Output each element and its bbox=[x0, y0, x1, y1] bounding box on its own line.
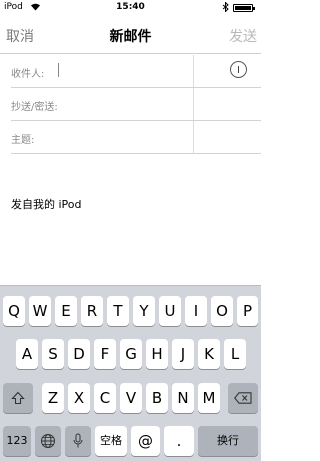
key-k[interactable]: K bbox=[198, 339, 220, 369]
send-button[interactable]: 发送 bbox=[229, 26, 257, 46]
subject-field[interactable]: 主题: bbox=[0, 121, 261, 154]
key-r[interactable]: R bbox=[81, 296, 103, 326]
key-l[interactable]: L bbox=[224, 339, 246, 369]
key-w[interactable]: W bbox=[29, 296, 51, 326]
delete-key[interactable] bbox=[228, 383, 258, 413]
key-m[interactable]: M bbox=[198, 383, 220, 413]
to-field[interactable]: 收件人: bbox=[0, 55, 261, 88]
key-x[interactable]: X bbox=[68, 383, 90, 413]
battery-icon bbox=[233, 4, 255, 12]
at-key[interactable]: @ bbox=[131, 426, 160, 456]
cc-bcc-field[interactable]: 抄送/密送: bbox=[0, 88, 261, 121]
space-key[interactable]: 空格 bbox=[95, 426, 127, 456]
key-b[interactable]: B bbox=[146, 383, 168, 413]
keyboard: Q W E R T Y U I O P A S D F G H J K L Z … bbox=[0, 285, 261, 461]
divider bbox=[11, 153, 261, 154]
message-body[interactable]: 发自我的 iPod bbox=[11, 196, 82, 212]
key-g[interactable]: G bbox=[120, 339, 142, 369]
key-u[interactable]: U bbox=[159, 296, 181, 326]
key-j[interactable]: J bbox=[172, 339, 194, 369]
key-f[interactable]: F bbox=[94, 339, 116, 369]
page-title: 新邮件 bbox=[109, 29, 152, 45]
key-q[interactable]: Q bbox=[3, 296, 25, 326]
numbers-key[interactable]: 123 bbox=[3, 426, 31, 456]
key-v[interactable]: V bbox=[120, 383, 142, 413]
dictation-key[interactable] bbox=[65, 426, 91, 456]
dot-key[interactable]: . bbox=[164, 426, 194, 456]
status-bar: iPod 15:40 bbox=[0, 0, 261, 16]
key-d[interactable]: D bbox=[68, 339, 90, 369]
key-t[interactable]: T bbox=[107, 296, 129, 326]
key-a[interactable]: A bbox=[16, 339, 38, 369]
key-c[interactable]: C bbox=[94, 383, 116, 413]
key-p[interactable]: P bbox=[237, 296, 258, 326]
text-cursor bbox=[58, 63, 59, 77]
key-o[interactable]: O bbox=[211, 296, 233, 326]
key-e[interactable]: E bbox=[55, 296, 77, 326]
key-i[interactable]: I bbox=[185, 296, 207, 326]
shift-key[interactable] bbox=[3, 383, 33, 413]
cc-bcc-label: 抄送/密送: bbox=[11, 102, 58, 113]
nav-bar: 取消 新邮件 发送 bbox=[0, 16, 261, 54]
return-key[interactable]: 换行 bbox=[198, 426, 258, 456]
subject-label: 主题: bbox=[11, 135, 35, 146]
bluetooth-icon bbox=[222, 1, 229, 15]
key-s[interactable]: S bbox=[42, 339, 64, 369]
key-z[interactable]: Z bbox=[42, 383, 64, 413]
key-n[interactable]: N bbox=[172, 383, 194, 413]
to-label: 收件人: bbox=[11, 69, 45, 80]
add-contact-icon[interactable] bbox=[230, 61, 247, 78]
key-y[interactable]: Y bbox=[133, 296, 155, 326]
globe-key[interactable] bbox=[35, 426, 61, 456]
key-h[interactable]: H bbox=[146, 339, 168, 369]
